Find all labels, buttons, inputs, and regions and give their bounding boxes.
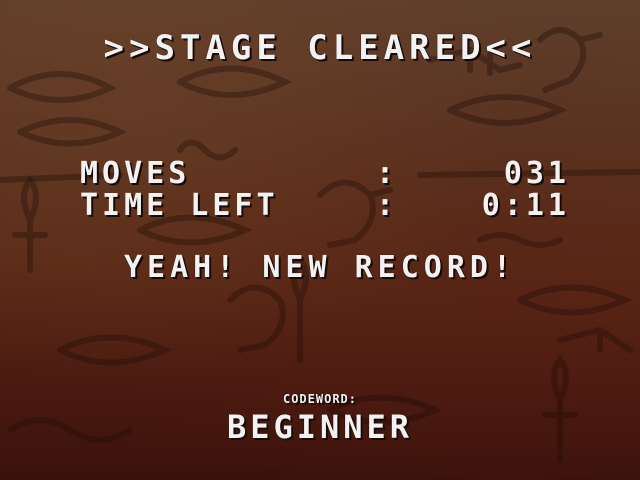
hieroglyph-line xyxy=(477,232,563,248)
hieroglyph-eye-icon xyxy=(517,284,633,316)
hieroglyph-eye-icon xyxy=(177,65,292,98)
time-left-label: TIME LEFT xyxy=(80,188,279,223)
codeword-value: BEGINNER xyxy=(226,408,414,446)
stage-cleared-title: >>STAGE CLEARED<< xyxy=(103,28,537,68)
hieroglyph-eye-icon xyxy=(57,334,173,366)
hieroglyph-eye-icon xyxy=(447,94,568,126)
time-left-stat-row: TIME LEFT : 0:11 xyxy=(80,188,570,223)
hieroglyph-hand-icon xyxy=(557,326,633,353)
time-left-colon: : xyxy=(376,188,399,223)
moves-colon: : xyxy=(376,156,399,191)
moves-stat-row: MOVES : 031 xyxy=(80,156,570,191)
moves-label: MOVES xyxy=(80,156,191,191)
moves-value: 031 xyxy=(503,156,570,191)
new-record-message: YEAH! NEW RECORD! xyxy=(123,250,517,285)
codeword-label: CODEWORD: xyxy=(282,392,358,406)
time-left-value: 0:11 xyxy=(481,188,570,223)
hieroglyph-eye-icon xyxy=(17,117,128,147)
hieroglyph-eye-icon xyxy=(7,71,117,103)
hieroglyph-bird-icon xyxy=(227,284,286,353)
